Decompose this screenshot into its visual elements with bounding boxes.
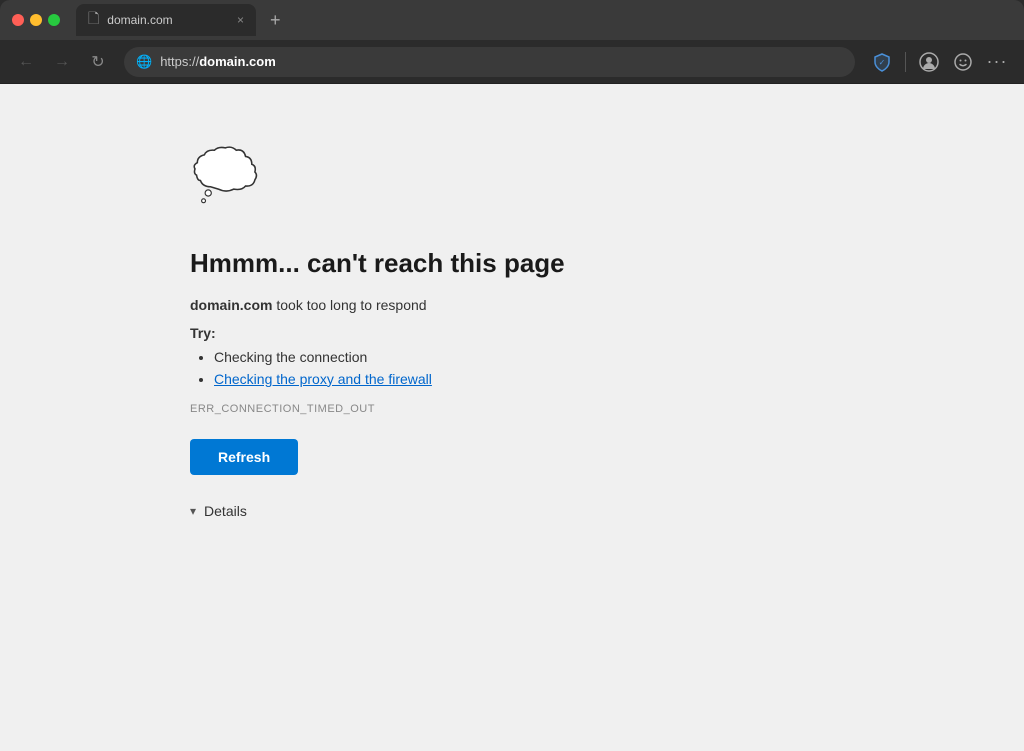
error-code: ERR_CONNECTION_TIMED_OUT: [190, 403, 750, 415]
nav-right-buttons: ✓ ···: [867, 47, 1012, 77]
back-button[interactable]: ←: [12, 48, 40, 76]
chevron-down-icon: ▾: [190, 504, 196, 518]
error-domain: domain.com: [190, 297, 272, 313]
navigation-bar: ← → ↻ 🌐 https://domain.com ✓: [0, 40, 1024, 84]
collections-button[interactable]: [948, 47, 978, 77]
minimize-traffic-light[interactable]: [30, 14, 42, 26]
suggestion-proxy[interactable]: Checking the proxy and the firewall: [214, 371, 750, 387]
close-traffic-light[interactable]: [12, 14, 24, 26]
more-options-button[interactable]: ···: [982, 47, 1012, 77]
tab-close-button[interactable]: ×: [237, 13, 244, 27]
suggestion-proxy-link[interactable]: Checking the proxy and the firewall: [214, 371, 432, 387]
error-subtitle-text: took too long to respond: [272, 297, 426, 313]
security-shield-button[interactable]: ✓: [867, 47, 897, 77]
suggestion-connection-text: Checking the connection: [214, 349, 367, 365]
error-subtitle: domain.com took too long to respond: [190, 297, 750, 313]
shield-icon: ✓: [872, 52, 892, 72]
title-bar: 🗋 domain.com × +: [0, 0, 1024, 40]
thought-bubble-illustration: [190, 144, 750, 219]
url-domain: domain.com: [199, 54, 276, 69]
browser-tab[interactable]: 🗋 domain.com ×: [76, 4, 256, 36]
profile-icon: [919, 52, 939, 72]
address-bar[interactable]: 🌐 https://domain.com: [124, 47, 855, 77]
globe-icon: 🌐: [136, 54, 152, 70]
browser-content: Hmmm... can't reach this page domain.com…: [0, 84, 1024, 751]
error-container: Hmmm... can't reach this page domain.com…: [190, 144, 750, 519]
svg-text:✓: ✓: [879, 58, 886, 67]
refresh-nav-button[interactable]: ↻: [84, 48, 112, 76]
tab-label: domain.com: [107, 13, 172, 27]
url-display: https://domain.com: [160, 54, 843, 69]
try-label: Try:: [190, 325, 750, 341]
refresh-button[interactable]: Refresh: [190, 439, 298, 475]
thought-bubble-svg: [190, 144, 270, 214]
suggestion-connection: Checking the connection: [214, 349, 750, 365]
profile-button[interactable]: [914, 47, 944, 77]
nav-separator: [905, 52, 906, 72]
fullscreen-traffic-light[interactable]: [48, 14, 60, 26]
smiley-icon: [953, 52, 973, 72]
error-title: Hmmm... can't reach this page: [190, 247, 750, 281]
traffic-lights: [12, 14, 60, 26]
tab-icon: 🗋: [88, 8, 99, 32]
suggestions-list: Checking the connection Checking the pro…: [190, 349, 750, 387]
details-toggle[interactable]: ▾ Details: [190, 503, 750, 519]
details-label: Details: [204, 503, 247, 519]
ellipsis-icon: ···: [987, 51, 1008, 72]
forward-button[interactable]: →: [48, 48, 76, 76]
new-tab-button[interactable]: +: [270, 10, 281, 31]
